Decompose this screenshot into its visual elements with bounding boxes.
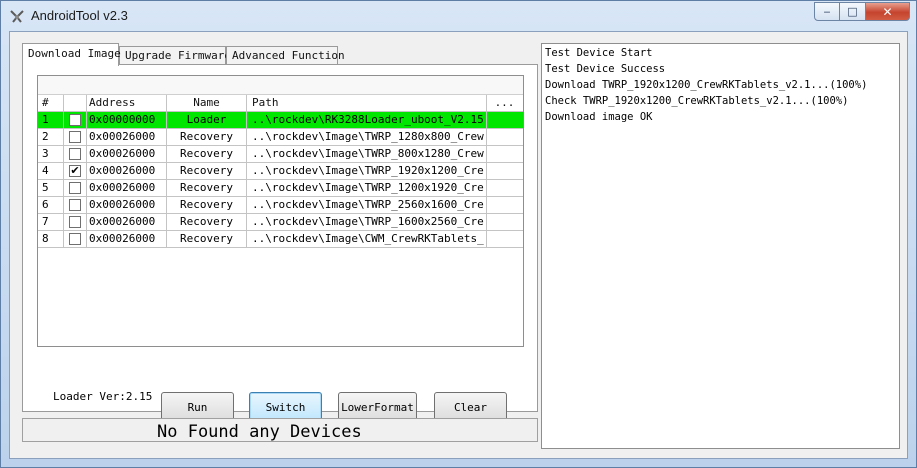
loader-version-label: Loader Ver:2.15 xyxy=(53,390,153,403)
table-row[interactable]: 4 0x00026000Recovery..\rockdev\Image\TWRP… xyxy=(38,163,523,180)
row-number: 8 xyxy=(38,231,64,247)
row-address: 0x00026000 xyxy=(87,214,167,230)
device-status-text: No Found any Devices xyxy=(157,422,362,442)
table-row[interactable]: 1 0x00000000 Loader ..\rockdev\RK3288Loader… xyxy=(38,112,523,129)
log-output[interactable]: Test Device Start Test Device Success Do… xyxy=(541,43,900,449)
row-checkbox-cell xyxy=(64,197,87,213)
close-button[interactable]: ✕ xyxy=(866,2,910,21)
table-row[interactable]: 6 0x00026000 Recovery ..\rockdev\Image\TWRP… xyxy=(38,197,523,214)
row-address: 0x00026000 xyxy=(87,231,167,247)
row-number: 3 xyxy=(38,146,64,162)
table-row[interactable]: 5 0x00026000 Recovery ..\rockdev\Image\TWRP… xyxy=(38,180,523,197)
row-number: 2 xyxy=(38,129,64,145)
log-line: Download image OK xyxy=(545,111,653,123)
column-header-check[interactable] xyxy=(64,95,87,111)
row-checkbox[interactable] xyxy=(69,114,81,126)
app-window: AndroidTool v2.3 ‒ □ ✕ Download Image Up… xyxy=(0,0,917,468)
row-number: 7 xyxy=(38,214,64,230)
row-name: Loader xyxy=(167,112,247,128)
table-body: 1 0x00000000 Loader ..\rockdev\RK3288Loader… xyxy=(38,112,523,248)
column-header-address[interactable]: Address xyxy=(87,95,167,111)
row-checkbox-cell xyxy=(64,163,87,179)
row-name: Recovery xyxy=(167,214,247,230)
tab-download-image[interactable]: Download Image xyxy=(22,43,121,66)
tab-upgrade-firmware[interactable]: Upgrade Firmware xyxy=(119,46,231,65)
row-checkbox[interactable] xyxy=(69,165,81,177)
row-name: Recovery xyxy=(167,197,247,213)
table-row[interactable]: 2 0x00026000 Recovery ..\rockdev\Image\TWRP… xyxy=(38,129,523,146)
row-checkbox[interactable] xyxy=(69,131,81,143)
tab-advanced-function[interactable]: Advanced Function xyxy=(226,46,345,65)
column-header-name[interactable]: Name xyxy=(167,95,247,111)
title-bar[interactable]: AndroidTool v2.3 ‒ □ ✕ xyxy=(1,1,916,31)
row-path[interactable]: ..\rockdev\Image\TWRP_1280x800_Crew... xyxy=(247,129,487,145)
row-path[interactable]: ..\rockdev\Image\CWM_CrewRKTablets_... xyxy=(247,231,487,247)
window-title: AndroidTool v2.3 xyxy=(31,8,128,23)
row-name: Recovery xyxy=(167,231,247,247)
minimize-button[interactable]: ‒ xyxy=(814,2,840,21)
row-name: Recovery xyxy=(167,163,247,179)
row-checkbox-cell xyxy=(64,180,87,196)
download-image-panel: # Address Name Path ... 1 0x00000000 Loade… xyxy=(22,64,538,422)
row-address: 0x00026000 xyxy=(87,180,167,196)
column-header-number[interactable]: # xyxy=(38,95,64,111)
log-line: Test Device Start xyxy=(545,47,653,59)
row-checkbox[interactable] xyxy=(69,182,81,194)
maximize-icon: □ xyxy=(847,5,858,18)
row-browse[interactable] xyxy=(487,146,522,162)
row-number: 4 xyxy=(38,163,64,179)
close-icon: ✕ xyxy=(882,4,893,19)
row-number: 6 xyxy=(38,197,64,213)
row-address: 0x00000000 xyxy=(87,112,167,128)
client-area: Download Image Upgrade Firmware Advanced… xyxy=(9,31,908,459)
row-checkbox[interactable] xyxy=(69,199,81,211)
row-browse[interactable] xyxy=(487,129,522,145)
maximize-button[interactable]: □ xyxy=(840,2,866,21)
row-browse[interactable] xyxy=(487,180,522,196)
row-checkbox-cell xyxy=(64,129,87,145)
row-browse[interactable] xyxy=(487,214,522,230)
row-path[interactable]: ..\rockdev\Image\TWRP_800x1280_Crew... xyxy=(247,146,487,162)
row-address: 0x00026000 xyxy=(87,146,167,162)
row-path[interactable]: ..\rockdev\Image\TWRP_1200x1920_Cre... xyxy=(247,180,487,196)
row-browse[interactable] xyxy=(487,231,522,247)
table-row[interactable]: 3 0x00026000 Recovery ..\rockdev\Image\TWRP… xyxy=(38,146,523,163)
row-browse[interactable] xyxy=(487,197,522,213)
row-number: 5 xyxy=(38,180,64,196)
table-row[interactable]: 7 0x00026000 Recovery ..\rockdev\Image\TWRP… xyxy=(38,214,523,231)
table-row[interactable]: 8 0x00026000 Recovery ..\rockdev\Image\CWM_… xyxy=(38,231,523,248)
row-name: Recovery xyxy=(167,180,247,196)
window-controls: ‒ □ ✕ xyxy=(814,2,910,22)
row-checkbox-cell xyxy=(64,146,87,162)
row-browse[interactable] xyxy=(487,163,522,179)
row-checkbox[interactable] xyxy=(69,148,81,160)
column-header-path[interactable]: Path xyxy=(247,95,487,111)
row-number: 1 xyxy=(38,112,64,128)
log-line: Download TWRP_1920x1200_CrewRKTablets_v2… xyxy=(545,79,868,91)
row-checkbox[interactable] xyxy=(69,233,81,245)
row-path[interactable]: ..\rockdev\RK3288Loader_uboot_V2.15... xyxy=(247,112,487,128)
row-checkbox-cell xyxy=(64,214,87,230)
row-checkbox[interactable] xyxy=(69,216,81,228)
minimize-icon: ‒ xyxy=(823,5,831,18)
row-name: Recovery xyxy=(167,129,247,145)
row-address: 0x00026000 xyxy=(87,163,167,179)
row-path[interactable]: ..\rockdev\Image\TWRP_2560x1600_Cre... xyxy=(247,197,487,213)
app-icon xyxy=(10,10,24,23)
table-header: # Address Name Path ... xyxy=(38,95,523,112)
partition-table: # Address Name Path ... 1 0x00000000 Loade… xyxy=(37,75,524,347)
row-path[interactable]: ..\rockdev\Image\TWRP_1920x1200_Cre... xyxy=(247,163,487,179)
table-top-strip xyxy=(38,76,523,95)
row-address: 0x00026000 xyxy=(87,197,167,213)
row-path[interactable]: ..\rockdev\Image\TWRP_1600x2560_Cre... xyxy=(247,214,487,230)
row-browse[interactable] xyxy=(487,112,522,128)
row-checkbox-cell xyxy=(64,231,87,247)
log-line: Test Device Success xyxy=(545,63,666,75)
row-name: Recovery xyxy=(167,146,247,162)
row-checkbox-cell xyxy=(64,112,87,128)
log-line: Check TWRP_1920x1200_CrewRKTablets_v2.1.… xyxy=(545,95,849,107)
column-header-more[interactable]: ... xyxy=(487,95,522,111)
row-address: 0x00026000 xyxy=(87,129,167,145)
